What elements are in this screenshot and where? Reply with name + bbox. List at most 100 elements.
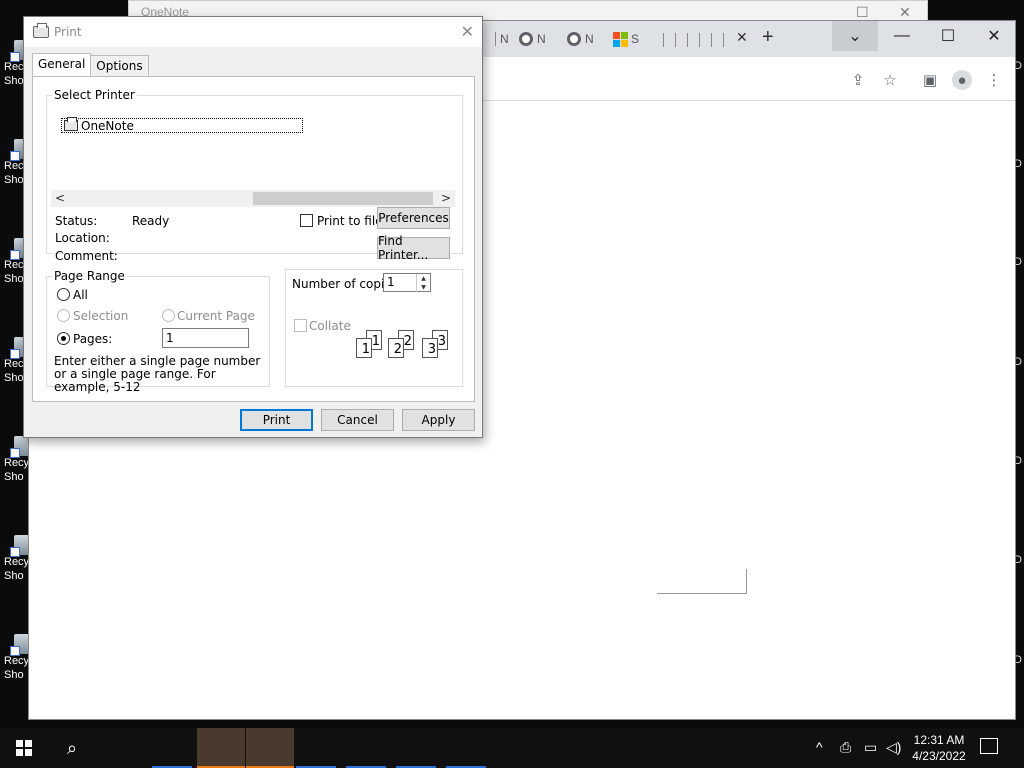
search-icon[interactable]: ⌕ [48, 728, 96, 768]
pages-label[interactable]: Pages: [73, 332, 112, 346]
clock-time: 12:31 AM [913, 733, 965, 747]
chevron-up-icon[interactable]: ^ [816, 739, 823, 755]
printer-list-scrollbar[interactable]: < > [51, 190, 455, 207]
tab-2[interactable]: N [519, 31, 546, 47]
cancel-button[interactable]: Cancel [321, 409, 394, 431]
selection-label[interactable]: Selection [73, 309, 128, 323]
collate-checkbox[interactable] [294, 319, 307, 332]
print-to-file-checkbox[interactable] [300, 214, 313, 227]
menu-icon[interactable]: ⋮ [984, 70, 1004, 90]
find-printer-button[interactable]: Find Printer... [377, 234, 450, 262]
copies-value: 1 [387, 275, 395, 289]
clock-date: 4/23/2022 [912, 749, 966, 763]
printer-icon [64, 117, 78, 131]
sidebar-icon[interactable]: ▣ [920, 70, 940, 90]
profile-icon[interactable]: ● [952, 70, 972, 90]
minimize-button[interactable]: — [879, 21, 925, 51]
maximize-button[interactable]: ☐ [925, 21, 971, 51]
taskbar-app-button[interactable] [152, 728, 192, 768]
taskbar-app-button[interactable] [197, 728, 245, 768]
printer-name: OneNote [81, 118, 134, 133]
tab-options[interactable]: Options [90, 55, 149, 76]
new-tab-button[interactable]: + [762, 26, 774, 49]
page-range-group: Page Range All Selection Current Page Pa… [46, 269, 270, 394]
tab-general[interactable]: General [32, 53, 92, 76]
pages-radio[interactable] [57, 332, 70, 345]
tab-2-label: N [537, 32, 546, 46]
collate-page-icon: 1 [356, 338, 372, 358]
location-label: Location: [55, 231, 110, 245]
printer-icon[interactable]: ⎙ [840, 739, 851, 756]
page-range-legend: Page Range [54, 269, 125, 283]
tab-1-label: N [500, 32, 509, 46]
tab-3-label: N [585, 32, 594, 46]
tab-separator [699, 33, 700, 47]
notification-icon[interactable] [980, 738, 998, 754]
preferences-button[interactable]: Preferences [377, 207, 450, 229]
tab-separator [675, 33, 676, 47]
select-printer-legend: Select Printer [54, 88, 135, 102]
share-icon[interactable]: ⇪ [848, 70, 868, 90]
dialog-titlebar: Print ✕ [24, 17, 482, 47]
current-page-radio[interactable] [162, 309, 175, 322]
print-button[interactable]: Print [240, 409, 313, 431]
page-range-hint: Enter either a single page number or a s… [54, 354, 261, 394]
background-close-icon[interactable]: ✕ [899, 4, 911, 21]
spin-up-icon[interactable]: ▲ [417, 274, 430, 283]
tab-search-dropdown-icon[interactable]: ⌄ [832, 21, 878, 51]
volume-icon[interactable]: ◁) [886, 739, 901, 756]
collate-label[interactable]: Collate [309, 319, 351, 333]
print-dialog: Print ✕ General Options Select Printer O… [23, 16, 483, 438]
dialog-tabs: General Options [32, 53, 149, 77]
tab-separator [723, 33, 724, 47]
chrome-icon [567, 32, 581, 46]
network-icon[interactable]: ▭ [864, 739, 877, 756]
taskbar-app-button[interactable] [446, 728, 486, 768]
start-button[interactable] [0, 728, 48, 768]
clock[interactable]: 12:31 AM 4/23/2022 [906, 732, 972, 764]
copies-spinner[interactable]: ▲ ▼ [416, 274, 430, 292]
printer-item-onenote[interactable]: OneNote [61, 117, 303, 133]
spin-down-icon[interactable]: ▼ [417, 283, 430, 292]
copies-group: Number of copies: 1 ▲ ▼ Collate 112233 [285, 269, 463, 387]
background-maximize-icon[interactable]: ☐ [856, 4, 869, 21]
selection-radio[interactable] [57, 309, 70, 322]
comment-label: Comment: [55, 249, 118, 263]
collate-page-icon: 3 [422, 338, 438, 358]
tab-3[interactable]: N [567, 31, 594, 47]
tab-close-icon[interactable]: ✕ [736, 29, 748, 46]
microsoft-icon [613, 32, 628, 47]
general-tab-panel: Select Printer OneNote < > Status: Ready… [32, 76, 475, 402]
tab-separator [711, 33, 712, 47]
windows-logo-icon [16, 740, 32, 756]
tab-4-label: S [631, 32, 640, 46]
taskbar-app-button[interactable] [296, 728, 336, 768]
tab-1[interactable]: N [495, 31, 509, 47]
status-label: Status: [55, 214, 98, 228]
page-content-mark [657, 569, 747, 594]
print-to-file-label[interactable]: Print to file [317, 214, 383, 228]
current-page-label[interactable]: Current Page [177, 309, 255, 323]
scroll-left-icon[interactable]: < [55, 191, 65, 205]
copies-input[interactable]: 1 ▲ ▼ [383, 273, 431, 292]
star-icon[interactable]: ☆ [880, 70, 900, 90]
tab-4[interactable]: S [613, 31, 639, 47]
dialog-close-button[interactable]: ✕ [461, 22, 474, 41]
all-label[interactable]: All [73, 288, 88, 302]
taskbar: ⌕ ^ ⎙ ▭ ◁) 12:31 AM 4/23/2022 [0, 728, 1024, 768]
printer-icon [33, 23, 49, 38]
scroll-right-icon[interactable]: > [441, 191, 451, 205]
chrome-icon [519, 32, 533, 46]
pages-input[interactable]: 1 [162, 328, 249, 348]
taskbar-app-button[interactable] [246, 728, 294, 768]
scrollbar-thumb[interactable] [253, 192, 433, 205]
close-window-button[interactable]: ✕ [971, 21, 1017, 51]
collate-page-icon: 2 [388, 338, 404, 358]
all-radio[interactable] [57, 288, 70, 301]
printer-list[interactable]: OneNote < > [51, 110, 455, 207]
apply-button[interactable]: Apply [402, 409, 475, 431]
taskbar-app-button[interactable] [396, 728, 436, 768]
tab-separator [687, 33, 688, 47]
select-printer-group: Select Printer OneNote < > Status: Ready… [46, 88, 463, 263]
taskbar-app-button[interactable] [346, 728, 386, 768]
